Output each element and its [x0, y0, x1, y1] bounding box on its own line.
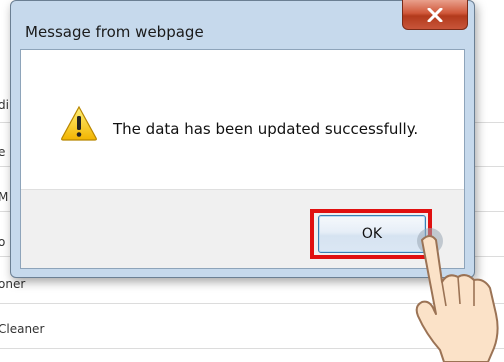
row-label: Cleaner: [0, 322, 45, 336]
dialog-title: Message from webpage: [25, 23, 204, 41]
dialog-titlebar[interactable]: Message from webpage: [11, 0, 474, 49]
dialog-message: The data has been updated successfully.: [113, 120, 419, 138]
close-button[interactable]: [402, 0, 468, 30]
message-area: The data has been updated successfully.: [21, 50, 464, 190]
warning-icon: [61, 105, 97, 141]
pointing-hand-icon: [415, 228, 499, 362]
row-label: oner: [0, 277, 26, 291]
close-icon: [427, 7, 443, 22]
row-label: e: [0, 145, 6, 159]
row-label: M: [0, 190, 9, 204]
row-label: di: [0, 98, 9, 112]
row-label: o: [0, 235, 6, 249]
